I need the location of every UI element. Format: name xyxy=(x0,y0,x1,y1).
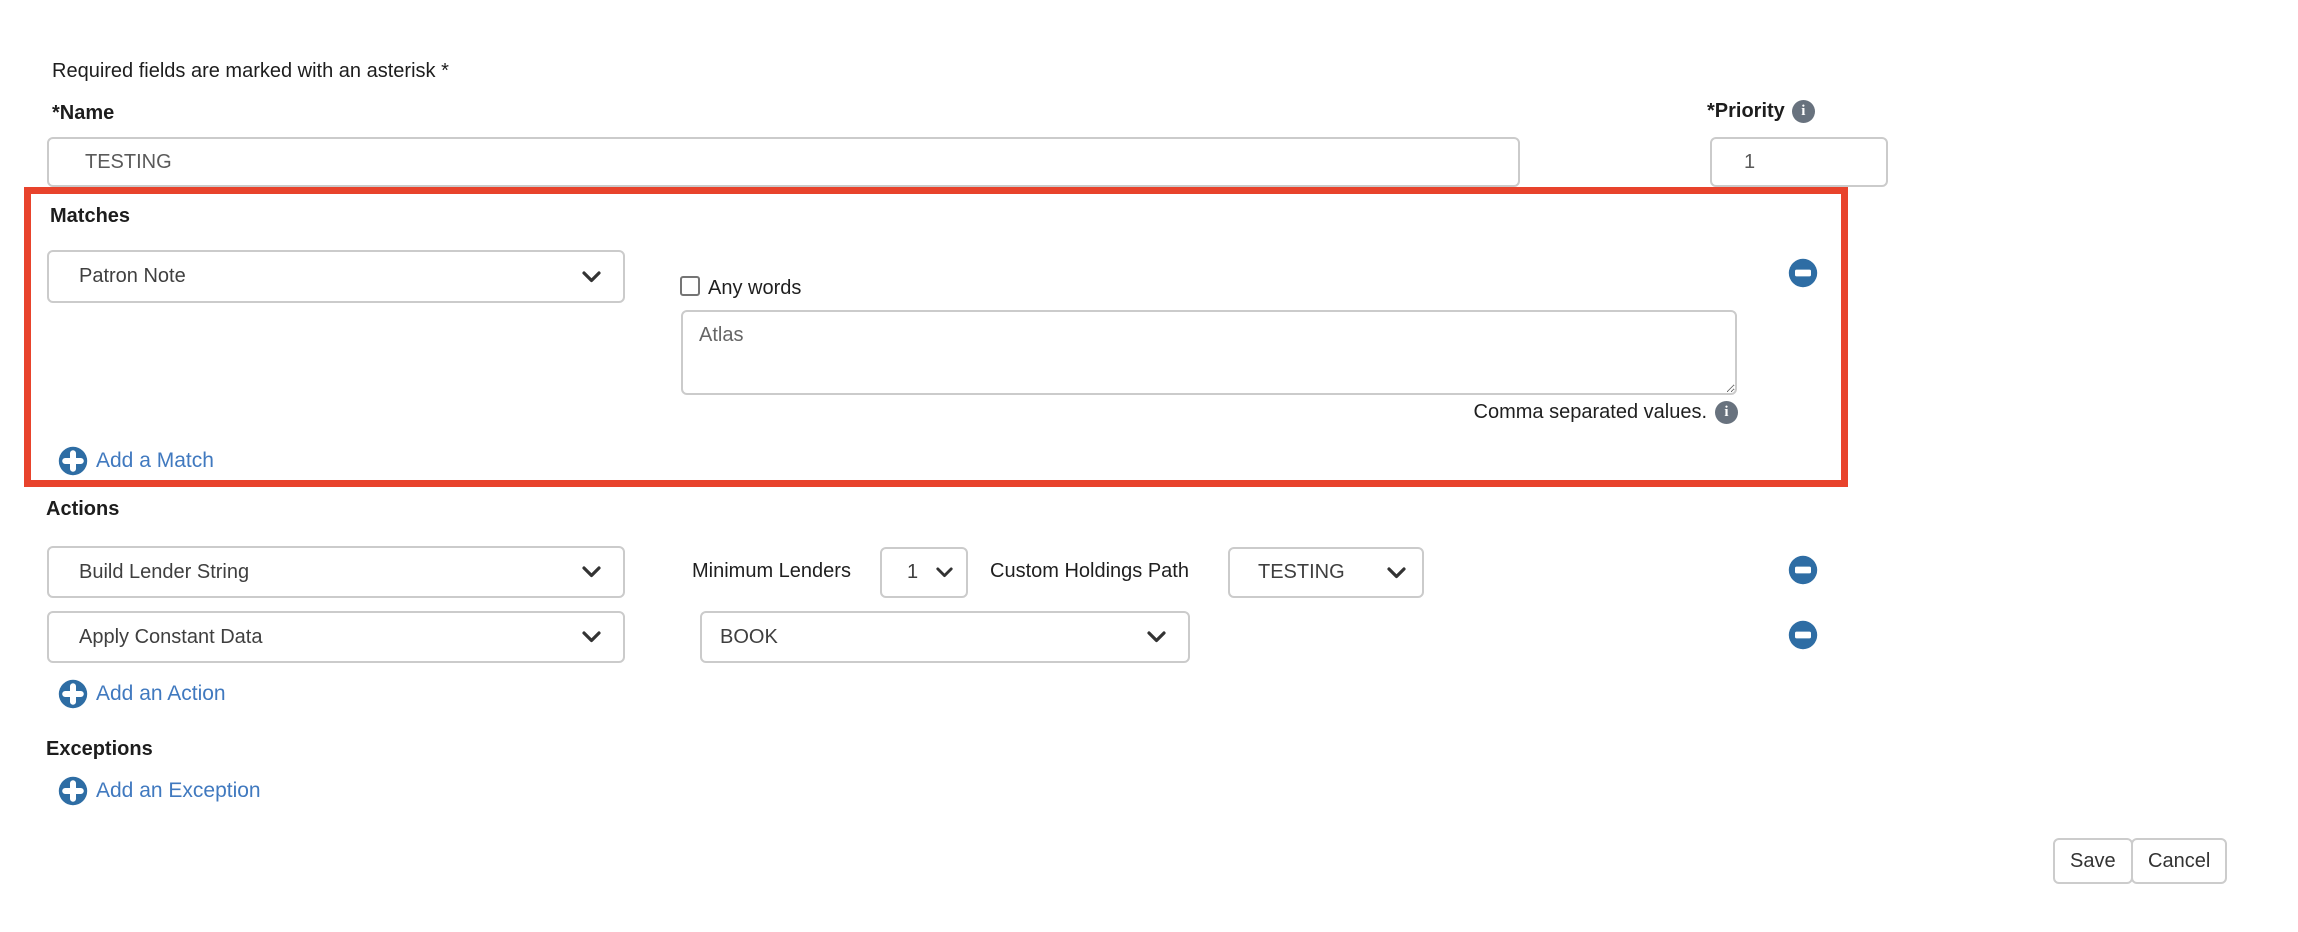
remove-action-button-2[interactable] xyxy=(1788,620,1818,650)
constant-data-select-value: BOOK xyxy=(720,626,1147,649)
name-input[interactable] xyxy=(47,137,1520,187)
minimum-lenders-label: Minimum Lenders xyxy=(692,560,851,583)
chevron-down-icon xyxy=(936,567,953,578)
cancel-button[interactable]: Cancel xyxy=(2131,838,2227,884)
plus-circle-icon xyxy=(58,776,88,806)
add-exception-link[interactable]: Add an Exception xyxy=(58,776,261,806)
actions-section-label: Actions xyxy=(46,498,119,521)
add-action-link[interactable]: Add an Action xyxy=(58,679,226,709)
matches-section-label: Matches xyxy=(50,205,130,228)
minus-circle-icon xyxy=(1788,620,1818,650)
action-type-select-2-value: Apply Constant Data xyxy=(79,626,582,649)
match-type-select-value: Patron Note xyxy=(79,265,582,288)
priority-input[interactable] xyxy=(1710,137,1888,187)
action-type-select-1-value: Build Lender String xyxy=(79,561,582,584)
any-words-checkbox[interactable] xyxy=(680,276,700,296)
chevron-down-icon xyxy=(582,271,601,283)
comma-separated-text: Comma separated values. xyxy=(1474,401,1707,424)
routing-rule-form: Required fields are marked with an aster… xyxy=(0,0,2298,932)
priority-label: *Priority xyxy=(1707,100,1785,123)
add-match-link-label: Add a Match xyxy=(96,449,214,473)
minimum-lenders-select[interactable]: 1 xyxy=(880,547,968,598)
minimum-lenders-select-value: 1 xyxy=(907,561,936,584)
chevron-down-icon xyxy=(1147,631,1166,643)
action-type-select-1[interactable]: Build Lender String xyxy=(47,546,625,598)
custom-holdings-path-select-value: TESTING xyxy=(1258,561,1387,584)
add-action-link-label: Add an Action xyxy=(96,682,226,706)
priority-label-row: *Priority i xyxy=(1707,100,1815,123)
custom-holdings-path-label: Custom Holdings Path xyxy=(990,560,1189,583)
comma-separated-note: Comma separated values. i xyxy=(680,401,1738,424)
plus-circle-icon xyxy=(58,446,88,476)
constant-data-select[interactable]: BOOK xyxy=(700,611,1190,663)
match-type-select[interactable]: Patron Note xyxy=(47,250,625,303)
minus-circle-icon xyxy=(1788,258,1818,288)
chevron-down-icon xyxy=(1387,567,1406,579)
exceptions-section-label: Exceptions xyxy=(46,738,153,761)
custom-holdings-path-select[interactable]: TESTING xyxy=(1228,547,1424,598)
remove-match-button[interactable] xyxy=(1788,258,1818,288)
save-button[interactable]: Save xyxy=(2053,838,2133,884)
plus-circle-icon xyxy=(58,679,88,709)
priority-info-icon[interactable]: i xyxy=(1792,100,1815,123)
match-values-textarea[interactable]: Atlas xyxy=(681,310,1737,395)
chevron-down-icon xyxy=(582,566,601,578)
comma-separated-info-icon[interactable]: i xyxy=(1715,401,1738,424)
minus-circle-icon xyxy=(1788,555,1818,585)
add-exception-link-label: Add an Exception xyxy=(96,779,261,803)
chevron-down-icon xyxy=(582,631,601,643)
name-label: *Name xyxy=(52,102,114,125)
add-match-link[interactable]: Add a Match xyxy=(58,446,214,476)
remove-action-button-1[interactable] xyxy=(1788,555,1818,585)
action-type-select-2[interactable]: Apply Constant Data xyxy=(47,611,625,663)
any-words-label: Any words xyxy=(708,277,801,300)
required-fields-note: Required fields are marked with an aster… xyxy=(52,60,449,83)
